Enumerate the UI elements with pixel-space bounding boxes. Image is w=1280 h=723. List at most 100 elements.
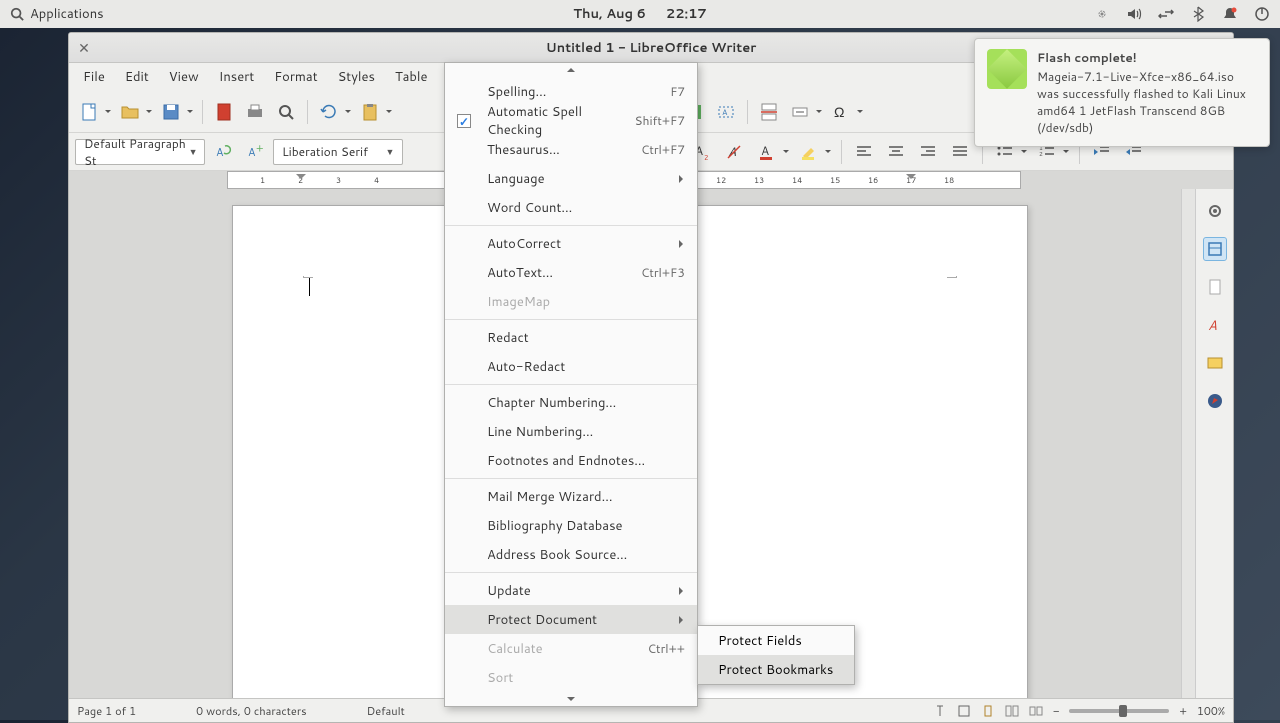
power-icon[interactable]	[1254, 6, 1270, 22]
zoom-value[interactable]: 100%	[1197, 703, 1225, 719]
paste-button[interactable]	[356, 98, 384, 126]
menu-item[interactable]: Mail Merge Wizard...	[445, 482, 697, 511]
menu-edit[interactable]: Edit	[115, 64, 159, 90]
svg-text:+: +	[256, 142, 264, 156]
menu-item[interactable]: Chapter Numbering...	[445, 388, 697, 417]
menu-item[interactable]: Update	[445, 576, 697, 605]
status-page[interactable]: Page 1 of 1	[77, 703, 136, 719]
menu-item[interactable]: Footnotes and Endnotes...	[445, 446, 697, 475]
menu-item[interactable]: Protect Document	[445, 605, 697, 634]
view-single-icon[interactable]	[981, 704, 995, 718]
insert-textbox-button[interactable]: A	[712, 98, 740, 126]
special-char-button[interactable]: Ω	[827, 98, 855, 126]
applications-menu[interactable]: Applications	[10, 5, 104, 23]
volume-icon[interactable]	[1126, 6, 1142, 22]
update-style-button[interactable]: A	[209, 138, 237, 166]
menu-scroll-down[interactable]	[445, 692, 697, 706]
undo-button[interactable]	[315, 98, 343, 126]
tools-menu-dropdown: Spelling...F7Automatic Spell CheckingShi…	[444, 62, 698, 707]
menu-item: Sort	[445, 663, 697, 692]
menu-shortcut: Ctrl+F3	[641, 264, 685, 281]
menu-label: Line Numbering...	[487, 423, 593, 441]
menu-item: ImageMap	[445, 287, 697, 316]
insert-mode-icon[interactable]	[933, 704, 947, 718]
menu-item[interactable]: AutoText... Ctrl+F3	[445, 258, 697, 287]
vertical-scrollbar[interactable]	[1181, 189, 1195, 698]
menu-separator	[445, 478, 697, 479]
menu-insert[interactable]: Insert	[209, 64, 265, 90]
menu-item[interactable]: Thesaurus...Ctrl+F7	[445, 135, 697, 164]
sidebar-gallery-icon[interactable]	[1203, 351, 1227, 375]
menu-shortcut: Ctrl++	[648, 640, 685, 657]
submenu-item[interactable]: Protect Bookmarks	[698, 655, 854, 684]
brightness-icon[interactable]	[1094, 6, 1110, 22]
menu-label: Thesaurus...	[487, 141, 560, 159]
menu-table[interactable]: Table	[385, 64, 438, 90]
menu-label: Redact	[487, 329, 529, 347]
close-button[interactable]: ✕	[73, 37, 95, 59]
status-style[interactable]: Default	[367, 703, 405, 719]
menu-styles[interactable]: Styles	[328, 64, 385, 90]
submenu-item[interactable]: Protect Fields	[698, 626, 854, 655]
menu-label: AutoText...	[487, 264, 553, 282]
system-top-panel: Applications Thu, Aug 6 22:17	[0, 0, 1280, 28]
menu-item[interactable]: Address Book Source...	[445, 540, 697, 569]
menu-file[interactable]: File	[73, 64, 115, 90]
field-button[interactable]	[786, 98, 814, 126]
svg-text:A: A	[722, 106, 728, 118]
menu-item[interactable]: AutoCorrect	[445, 229, 697, 258]
zoom-slider[interactable]	[1069, 709, 1169, 713]
print-button[interactable]	[241, 98, 269, 126]
menu-item[interactable]: Automatic Spell CheckingShift+F7	[445, 106, 697, 135]
align-center-button[interactable]	[882, 138, 910, 166]
new-style-button[interactable]: A+	[241, 138, 269, 166]
zoom-in-button[interactable]: +	[1179, 703, 1187, 719]
menu-label: Word Count...	[487, 199, 572, 217]
selection-mode-icon[interactable]	[957, 704, 971, 718]
view-book-icon[interactable]	[1029, 704, 1043, 718]
clear-format-button[interactable]: A	[721, 138, 749, 166]
print-preview-button[interactable]	[272, 98, 300, 126]
align-right-button[interactable]	[914, 138, 942, 166]
paragraph-style-combo[interactable]: Default Paragraph St▼	[75, 139, 205, 165]
highlight-button[interactable]	[795, 138, 823, 166]
sidebar-properties-icon[interactable]	[1203, 237, 1227, 261]
menu-format[interactable]: Format	[264, 64, 327, 90]
sidebar-panel: A	[1195, 189, 1233, 698]
menu-item[interactable]: Bibliography Database	[445, 511, 697, 540]
notifications-icon[interactable]	[1222, 6, 1238, 22]
font-name-combo[interactable]: Liberation Serif▼	[273, 139, 403, 165]
svg-text:2: 2	[704, 153, 708, 162]
export-pdf-button[interactable]	[210, 98, 238, 126]
bluetooth-icon[interactable]	[1190, 6, 1206, 22]
zoom-out-button[interactable]: −	[1053, 703, 1059, 719]
menu-item[interactable]: Auto-Redact	[445, 352, 697, 381]
new-doc-button[interactable]	[75, 98, 103, 126]
save-button[interactable]	[157, 98, 185, 126]
separator	[307, 100, 308, 124]
open-button[interactable]	[116, 98, 144, 126]
view-multi-icon[interactable]	[1005, 704, 1019, 718]
sidebar-navigator-icon[interactable]	[1203, 389, 1227, 413]
page-break-button[interactable]	[755, 98, 783, 126]
notification-toast[interactable]: Flash complete! Mageia-7.1-Live-Xfce-x86…	[974, 38, 1270, 147]
separator	[202, 100, 203, 124]
menu-item[interactable]: Line Numbering...	[445, 417, 697, 446]
menu-label: Automatic Spell Checking	[487, 103, 634, 139]
panel-clock[interactable]: Thu, Aug 6 22:17	[573, 5, 706, 23]
sidebar-settings-icon[interactable]	[1203, 199, 1227, 223]
menu-view[interactable]: View	[159, 64, 209, 90]
menu-scroll-up[interactable]	[445, 63, 697, 77]
network-icon[interactable]	[1158, 6, 1174, 22]
font-color-button[interactable]: A	[753, 138, 781, 166]
menu-shortcut: Shift+F7	[634, 112, 685, 129]
sidebar-page-icon[interactable]	[1203, 275, 1227, 299]
menu-item[interactable]: Word Count...	[445, 193, 697, 222]
sidebar-styles-icon[interactable]: A	[1203, 313, 1227, 337]
status-wordcount[interactable]: 0 words, 0 characters	[196, 703, 307, 719]
menu-item[interactable]: Language	[445, 164, 697, 193]
align-justify-button[interactable]	[946, 138, 974, 166]
align-left-button[interactable]	[850, 138, 878, 166]
v-ruler-margin	[69, 189, 79, 698]
menu-item[interactable]: Redact	[445, 323, 697, 352]
